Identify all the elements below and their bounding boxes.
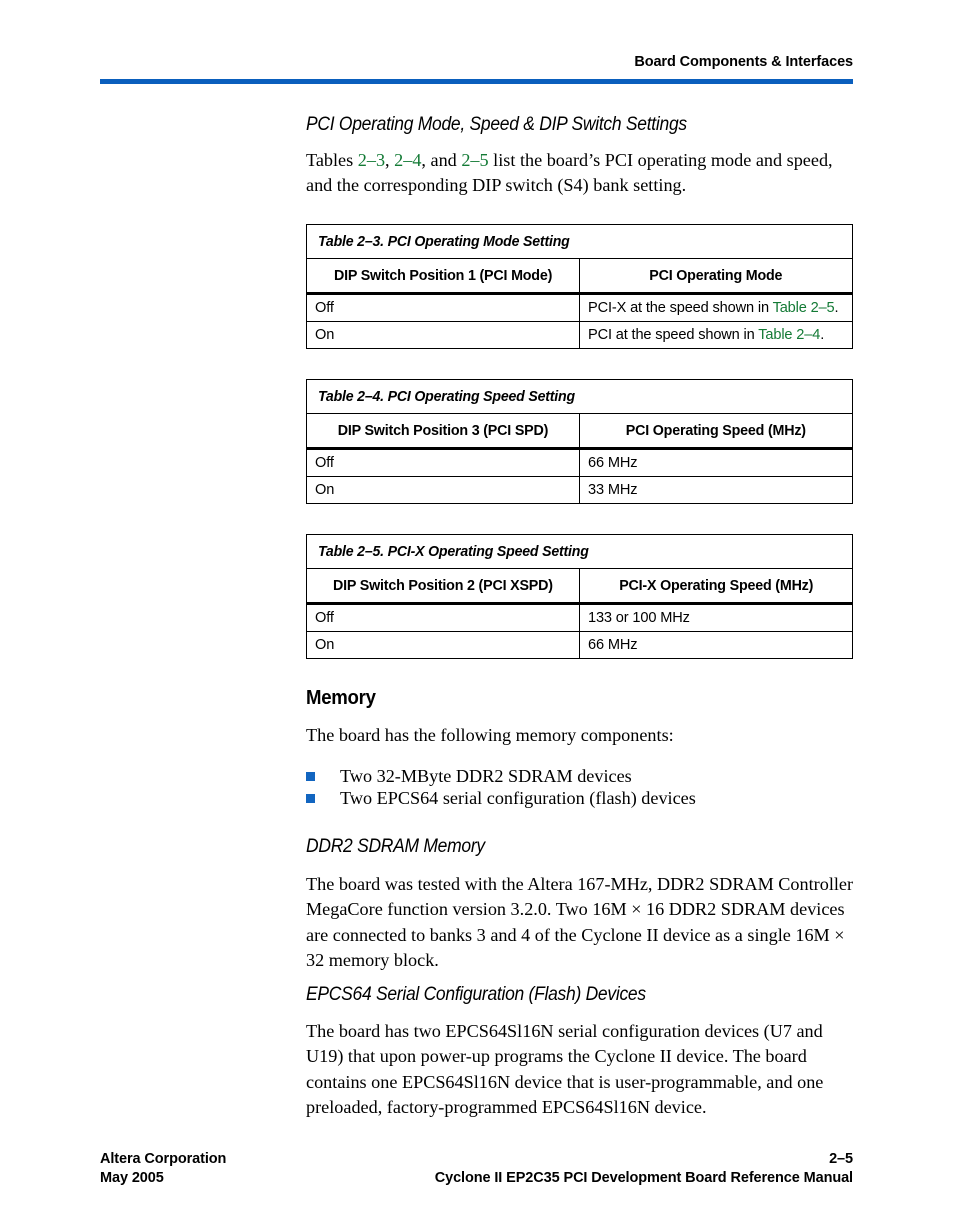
table-title-row: Table 2–5. PCI-X Operating Speed Setting bbox=[306, 534, 853, 569]
list-item-label: Two 32-MByte DDR2 SDRAM devices bbox=[340, 766, 632, 786]
table-2-4: Table 2–4. PCI Operating Speed Setting D… bbox=[306, 379, 853, 504]
table-cell-switch-position: Off bbox=[306, 293, 580, 322]
table-header-cell-1: PCI Operating Mode bbox=[579, 258, 853, 295]
page-header-title: Board Components & Interfaces bbox=[634, 54, 853, 70]
list-item-label: Two EPCS64 serial configuration (flash) … bbox=[340, 787, 696, 808]
memory-intro-paragraph: The board has the following memory compo… bbox=[306, 725, 674, 745]
table-row: On 33 MHz bbox=[306, 476, 853, 504]
table-cell-switch-position: On bbox=[306, 631, 580, 659]
table-header-cell-1: PCI-X Operating Speed (MHz) bbox=[579, 568, 853, 605]
table-header-cell-0: DIP Switch Position 1 (PCI Mode) bbox=[306, 258, 580, 295]
section-heading-memory: Memory bbox=[306, 687, 376, 709]
section-heading-ddr2-sdram: DDR2 SDRAM Memory bbox=[306, 836, 485, 857]
table-header-row: DIP Switch Position 2 (PCI XSPD) PCI-X O… bbox=[306, 568, 853, 605]
table-header-cell-0: DIP Switch Position 2 (PCI XSPD) bbox=[306, 568, 580, 605]
table-2-5: Table 2–5. PCI-X Operating Speed Setting… bbox=[306, 534, 853, 659]
table-header-cell-0: DIP Switch Position 3 (PCI SPD) bbox=[306, 413, 580, 450]
table-title-cell: Table 2–5. PCI-X Operating Speed Setting bbox=[306, 534, 853, 569]
table-row: Off PCI-X at the speed shown in Table 2–… bbox=[306, 293, 853, 322]
table-header-label-0: DIP Switch Position 2 (PCI XSPD) bbox=[333, 577, 553, 594]
xref-table-2-3[interactable]: 2–3 bbox=[358, 150, 385, 170]
footer-date: May 2005 bbox=[100, 1170, 164, 1186]
list-item: Two EPCS64 serial configuration (flash) … bbox=[306, 788, 866, 810]
memory-components-list: Two 32-MByte DDR2 SDRAM devices Two EPCS… bbox=[306, 766, 866, 809]
xref-table-2-4[interactable]: Table 2–4 bbox=[758, 327, 820, 343]
table-title-text: Table 2–5. PCI-X Operating Speed Setting bbox=[318, 543, 589, 560]
cell-text-pre: PCI at the speed shown in bbox=[588, 327, 759, 343]
table-cell-speed: 33 MHz bbox=[579, 476, 853, 504]
document-page: Board Components & Interfaces PCI Operat… bbox=[0, 0, 954, 1227]
list-item: Two 32-MByte DDR2 SDRAM devices bbox=[306, 766, 866, 788]
table-title-text: Table 2–3. PCI Operating Mode Setting bbox=[318, 233, 570, 250]
table-header-row: DIP Switch Position 1 (PCI Mode) PCI Ope… bbox=[306, 258, 853, 295]
xref-table-2-5[interactable]: Table 2–5 bbox=[773, 300, 835, 316]
table-title-row: Table 2–4. PCI Operating Speed Setting bbox=[306, 379, 853, 414]
intro-text-2: , bbox=[385, 150, 395, 170]
table-title-text: Table 2–4. PCI Operating Speed Setting bbox=[318, 388, 575, 405]
table-row: Off 133 or 100 MHz bbox=[306, 603, 853, 632]
table-header-label-0: DIP Switch Position 1 (PCI Mode) bbox=[333, 267, 553, 284]
footer-company: Altera Corporation bbox=[100, 1151, 227, 1167]
table-cell-mode: PCI at the speed shown in Table 2–4. bbox=[579, 321, 853, 349]
footer-manual-title: Cyclone II EP2C35 PCI Development Board … bbox=[434, 1170, 853, 1186]
table-title-cell: Table 2–4. PCI Operating Speed Setting bbox=[306, 379, 853, 414]
xref-table-2-4[interactable]: 2–4 bbox=[394, 150, 421, 170]
table-cell-speed: 66 MHz bbox=[579, 448, 853, 477]
table-title-row: Table 2–3. PCI Operating Mode Setting bbox=[306, 224, 853, 259]
ddr2-body-paragraph: The board was tested with the Altera 167… bbox=[306, 874, 854, 971]
table-header-label-1: PCI Operating Mode bbox=[649, 267, 783, 284]
table-cell-switch-position: On bbox=[306, 476, 580, 504]
table-title-cell: Table 2–3. PCI Operating Mode Setting bbox=[306, 224, 853, 259]
xref-table-2-5[interactable]: 2–5 bbox=[461, 150, 488, 170]
section-heading-pci-settings: PCI Operating Mode, Speed & DIP Switch S… bbox=[306, 114, 687, 135]
table-cell-switch-position: Off bbox=[306, 603, 580, 632]
epcs64-body-paragraph: The board has two EPCS64Sl16N serial con… bbox=[306, 1021, 824, 1118]
section-heading-epcs64: EPCS64 Serial Configuration (Flash) Devi… bbox=[306, 984, 646, 1005]
table-header-label-1: PCI-X Operating Speed (MHz) bbox=[618, 577, 814, 594]
footer-page-number: 2–5 bbox=[829, 1151, 853, 1167]
cell-text-post: . bbox=[834, 300, 839, 316]
table-cell-speed: 66 MHz bbox=[579, 631, 853, 659]
cell-text-post: . bbox=[820, 327, 825, 343]
table-row: On 66 MHz bbox=[306, 631, 853, 659]
table-cell-switch-position: On bbox=[306, 321, 580, 349]
table-row: On PCI at the speed shown in Table 2–4. bbox=[306, 321, 853, 349]
square-bullet-icon bbox=[306, 772, 315, 781]
table-header-label-1: PCI Operating Speed (MHz) bbox=[625, 422, 807, 439]
table-cell-speed: 133 or 100 MHz bbox=[579, 603, 853, 632]
table-2-3: Table 2–3. PCI Operating Mode Setting DI… bbox=[306, 224, 853, 349]
cell-text-pre: PCI-X at the speed shown in bbox=[588, 300, 773, 316]
intro-text-3: , and bbox=[421, 150, 462, 170]
header-divider-rule bbox=[100, 79, 853, 84]
intro-text-1: Tables bbox=[306, 150, 358, 170]
table-row: Off 66 MHz bbox=[306, 448, 853, 477]
section-intro-paragraph: Tables 2–3, 2–4, and 2–5 list the board’… bbox=[306, 148, 854, 199]
table-cell-mode: PCI-X at the speed shown in Table 2–5. bbox=[579, 293, 853, 322]
table-header-row: DIP Switch Position 3 (PCI SPD) PCI Oper… bbox=[306, 413, 853, 450]
square-bullet-icon bbox=[306, 793, 315, 803]
table-header-label-0: DIP Switch Position 3 (PCI SPD) bbox=[337, 422, 549, 439]
table-cell-switch-position: Off bbox=[306, 448, 580, 477]
table-header-cell-1: PCI Operating Speed (MHz) bbox=[579, 413, 853, 450]
